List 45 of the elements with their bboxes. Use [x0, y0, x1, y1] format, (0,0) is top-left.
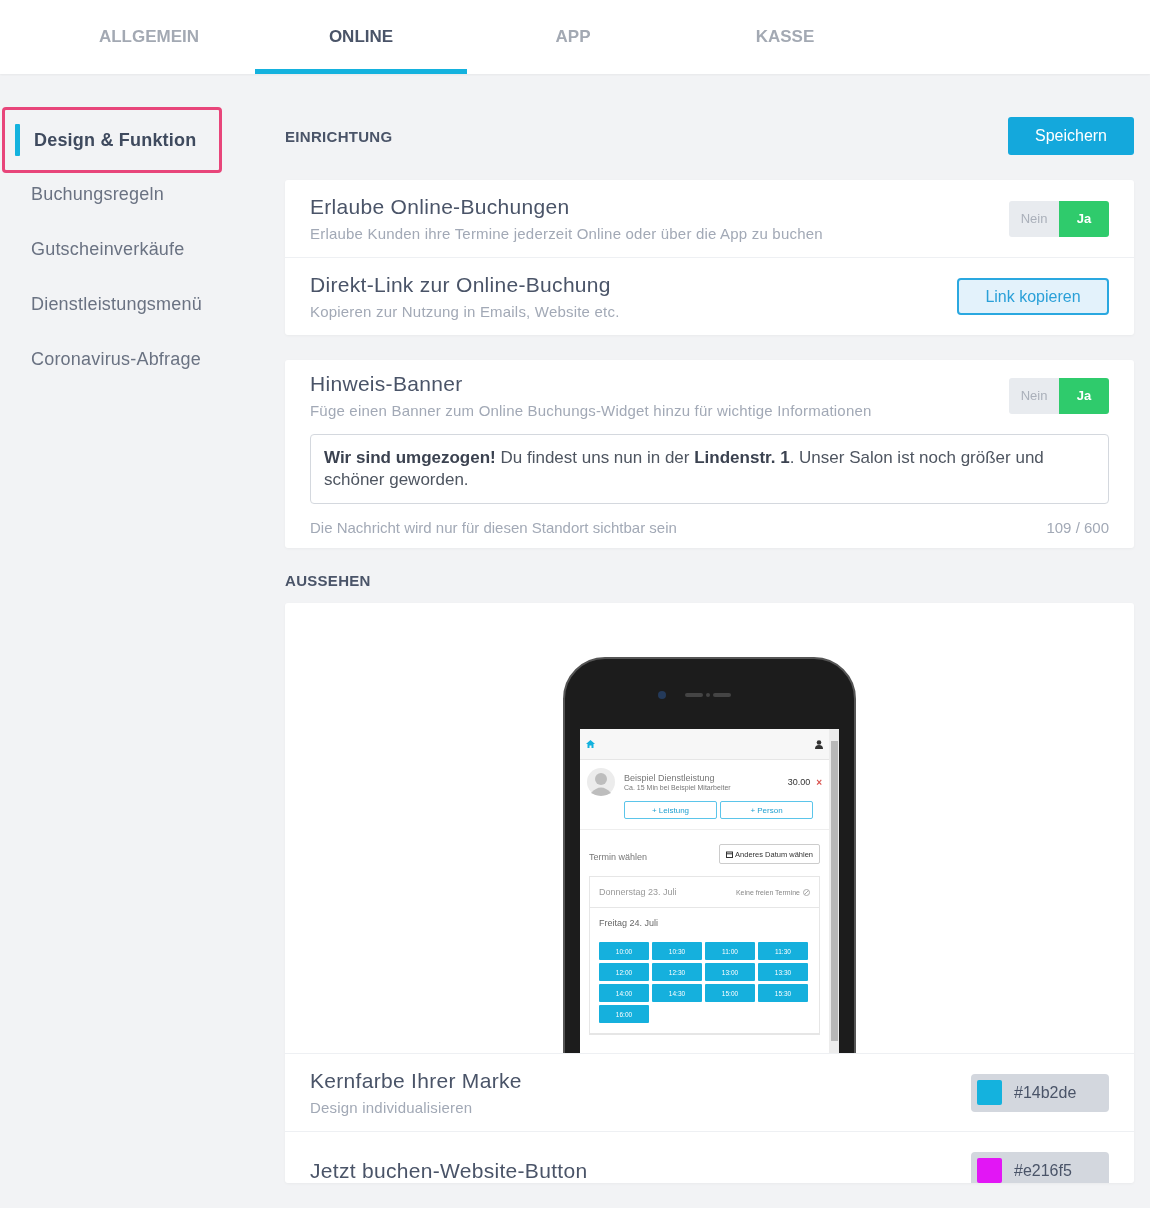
- hint-text: Die Nachricht wird nur für diesen Standort sichtbar sein: [310, 519, 677, 536]
- calendar-icon: [726, 850, 734, 858]
- sidebar-item[interactable]: Design & Funktion: [2, 107, 222, 173]
- day-label: Donnerstag 23. Juli: [599, 887, 677, 897]
- user-icon[interactable]: [815, 739, 823, 749]
- sidebar-item[interactable]: Gutscheinverkäufe: [12, 222, 220, 277]
- setting-title: Kernfarbe Ihrer Marke: [310, 1069, 522, 1093]
- setting-description: Kopieren zur Nutzung in Emails, Website etc.: [310, 303, 620, 320]
- day-label: Freitag 24. Juli: [599, 918, 659, 928]
- save-button[interactable]: Speichern: [1008, 117, 1134, 155]
- section-heading: EINRICHTUNG: [285, 127, 393, 145]
- setting-title: Jetzt buchen-Website-Button: [310, 1158, 588, 1183]
- appointment-label: Termin wählen: [589, 852, 648, 862]
- setting-description: Erlaube Kunden ihre Termine jederzeit Online oder über die App zu buchen: [310, 225, 823, 242]
- service-name: Beispiel Dienstleistung: [624, 773, 716, 783]
- color-picker[interactable]: #e216f5: [971, 1151, 1109, 1183]
- setting-description: Füge einen Banner zum Online Buchungs-Widget hinzu für wichtige Informationen: [310, 402, 872, 419]
- scrollbar[interactable]: [829, 729, 839, 1053]
- toggle-option[interactable]: Ja: [1059, 200, 1109, 237]
- add-button[interactable]: + Person: [720, 801, 813, 819]
- tab[interactable]: APP: [467, 0, 679, 74]
- tab[interactable]: ALLGEMEIN: [43, 0, 255, 74]
- copy-link-button[interactable]: Link kopieren: [957, 278, 1109, 315]
- sidebar-item[interactable]: Coronavirus-Abfrage: [12, 332, 220, 387]
- sidebar-item[interactable]: Dienstleistungsmenü: [12, 277, 220, 332]
- unavailable-icon: [803, 888, 810, 896]
- setting-title: Direkt-Link zur Online-Buchung: [310, 273, 612, 297]
- toggle-option[interactable]: Nein: [1009, 200, 1059, 237]
- home-icon[interactable]: [586, 740, 595, 748]
- character-counter: 109 / 600: [1046, 519, 1109, 536]
- add-button[interactable]: + Leistung: [624, 801, 717, 819]
- color-picker[interactable]: #14b2de: [971, 1073, 1109, 1112]
- setting-description: Design individualisieren: [310, 1099, 474, 1116]
- tab[interactable]: KASSE: [679, 0, 891, 74]
- setting-title: Erlaube Online-Buchungen: [310, 195, 571, 219]
- toggle-option[interactable]: Nein: [1009, 377, 1059, 414]
- message-field[interactable]: Wir sind umgezogen! Du findest uns nun in der Lindenstr. 1. Unser Salon ist noch größer und schöner geworden.: [310, 434, 1109, 504]
- section-heading: AUSSEHEN: [285, 572, 371, 589]
- tab[interactable]: ONLINE: [255, 0, 467, 74]
- service-price: 30.00: [787, 777, 811, 787]
- toggle-option[interactable]: Ja: [1059, 377, 1109, 414]
- setting-title: Hinweis-Banner: [310, 372, 464, 396]
- avatar-icon: [587, 768, 615, 796]
- remove-icon[interactable]: ×: [816, 776, 822, 788]
- phone-camera-icon: [657, 690, 732, 700]
